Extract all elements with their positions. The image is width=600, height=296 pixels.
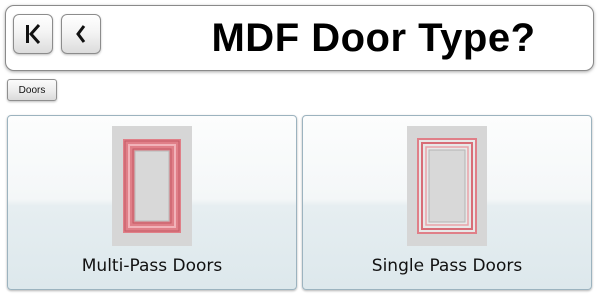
skip-to-first-icon [22, 23, 44, 45]
app-window: MDF Door Type? Doors Multi-Pass Doors Si… [0, 0, 600, 296]
single-pass-door-image [407, 126, 487, 246]
multi-pass-door-image [112, 126, 192, 246]
first-page-button[interactable] [13, 14, 53, 54]
header-bar: MDF Door Type? [5, 5, 594, 71]
breadcrumb-doors[interactable]: Doors [7, 79, 57, 101]
back-button[interactable] [61, 14, 101, 54]
page-title: MDF Door Type? [211, 15, 536, 60]
option-label: Multi-Pass Doors [81, 256, 223, 276]
option-multi-pass-doors[interactable]: Multi-Pass Doors [7, 115, 297, 290]
option-label: Single Pass Doors [371, 256, 523, 276]
chevron-left-icon [70, 23, 92, 45]
option-single-pass-doors[interactable]: Single Pass Doors [302, 115, 592, 290]
